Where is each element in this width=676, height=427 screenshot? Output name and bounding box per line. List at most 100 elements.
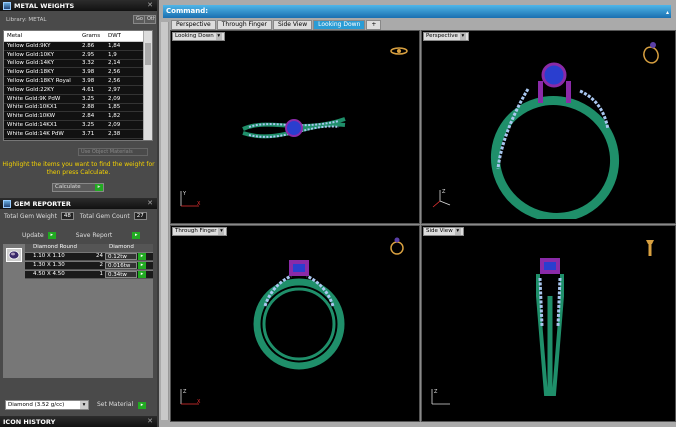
viewport-label-text: Side View [426,228,453,234]
metal-grams: 2.84 [82,113,95,120]
metal-dwt: 2,56 [108,140,136,141]
table-row[interactable]: Yellow Gold:14KY 3.32 2,14 [4,59,152,69]
save-go-icon[interactable]: ▸ [132,232,141,239]
gem-size: 1.10 X 1.10 [33,253,65,259]
viewport-perspective[interactable]: Perspective ▾ Z [421,30,676,224]
table-row[interactable]: Yellow Gold:9KY 2.86 1,84 [4,42,152,51]
viewport-label[interactable]: Looking Down ▾ [172,32,225,41]
update-button[interactable]: Update [22,232,44,239]
gem-row[interactable]: 1.30 X 1.30 2 0.016tw ▸ [25,262,153,270]
metal-grams: 3.25 [82,95,95,102]
viewport-label-text: Looking Down [175,33,214,39]
gem-count: 2 [99,262,104,268]
table-row[interactable]: White Gold:14K PdW 3.71 2,38 [4,129,152,139]
metal-dwt: 2,97 [108,86,121,93]
table-row[interactable]: Yellow Gold:22KY 4.61 2,97 [4,85,152,95]
table-row[interactable]: Yellow Gold:18KY Royal 3.98 2,56 [4,77,152,86]
total-gem-weight-label: Total Gem Weight [4,212,57,220]
gem-material-header: Diamond [109,244,134,250]
viewport-label[interactable]: Through Finger ▾ [172,227,228,236]
gem-go-icon[interactable]: ▸ [138,271,146,278]
tab-perspective[interactable]: Perspective [171,20,216,30]
viewport-label[interactable]: Perspective ▾ [423,32,469,41]
gem-size: 1.30 X 1.30 [33,262,65,268]
metal-name: White Gold:10KX1 [7,104,58,111]
svg-text:Y: Y [182,191,187,197]
command-bar[interactable]: Command: ▴ [163,5,671,18]
metal-name: Yellow Gold:14KY [7,60,54,67]
viewport-looking-down[interactable]: Looking Down ▾ Y X [170,30,420,224]
metal-grams: 3.25 [82,122,95,129]
metal-grams: 2.88 [82,104,95,111]
axes-icon: ZX [180,389,201,405]
calculate-button[interactable]: Calculate ▸ [52,183,104,192]
scroll-up-icon[interactable]: ▴ [666,6,669,19]
gem-weight: 0.12tw [105,253,137,260]
table-row[interactable]: White Gold:10KX1 2.88 1,85 [4,103,152,113]
other-library-button[interactable]: Othe [144,15,156,24]
viewport-through-finger[interactable]: Through Finger ▾ ZX [170,225,420,422]
dropdown-icon: ▾ [215,33,222,40]
col-metal[interactable]: Metal [4,33,82,39]
ring-model-top [242,117,346,139]
tab-side-view[interactable]: Side View [273,20,313,30]
metal-grams: 3.98 [82,69,95,76]
table-row[interactable]: Yellow Gold:10KY 2.95 1,9 [4,50,152,60]
metal-table-header: Metal Grams DWT [4,31,152,42]
metal-dwt: 2,09 [108,122,121,129]
viewport-side-view[interactable]: Side View ▾ Z [421,225,676,422]
tab-through-finger[interactable]: Through Finger [216,20,272,30]
close-icon[interactable]: ✕ [147,199,153,207]
update-go-icon[interactable]: ▸ [47,232,56,239]
metal-name: White Gold:18KPdW [4,140,82,141]
set-material-button[interactable]: Set Material ▸ [97,401,147,409]
gem-go-icon[interactable]: ▸ [138,262,146,269]
table-row[interactable]: White Gold:14KX1 3.25 2,09 [4,121,152,130]
metal-grams: 3.71 [82,130,95,137]
table-row[interactable]: White Gold:10KW 2.84 1,82 [4,112,152,122]
ring-icon [643,42,659,64]
table-row[interactable]: White Gold:9K PdW 3.25 2,09 [4,94,152,104]
svg-text:X: X [197,201,201,207]
dropdown-icon: ▾ [459,33,466,40]
metal-name: Yellow Gold:9KY [7,42,51,49]
go-icon: ▸ [95,184,103,191]
close-icon[interactable]: ✕ [147,1,153,9]
add-tab-button[interactable]: + [366,20,382,30]
table-row[interactable]: White Gold:18KPdW3.982,56 [4,138,152,141]
use-object-materials-checkbox[interactable]: Use Object Materials [78,148,148,156]
metal-name: White Gold:14KX1 [7,122,58,129]
side-toolbar[interactable] [161,22,169,420]
tab-looking-down[interactable]: Looking Down [313,20,366,30]
gem-shape-header: Diamond Round [33,244,77,250]
panel-icon [3,1,11,10]
metal-name: Yellow Gold:18KY Royal [7,78,71,85]
metal-table-scrollbar[interactable] [143,31,152,140]
library-bar: Library: METAL Go Othe [2,14,156,26]
gem-size: 4.50 X 4.50 [33,271,65,277]
scrollbar-thumb[interactable] [145,43,151,65]
icon-history-header[interactable]: ICON HISTORY ✕ [0,416,157,427]
gem-row[interactable]: 4.50 X 4.50 1 0.34tw ▸ [25,271,153,279]
dropdown-icon: ▾ [454,228,461,235]
gem-reporter-title: GEM REPORTER [14,199,71,208]
table-row[interactable]: Yellow Gold:18KY 3.98 2,56 [4,68,152,78]
ring-icon [646,240,654,256]
col-dwt[interactable]: DWT [108,33,136,39]
viewport-label-text: Through Finger [175,228,217,234]
set-material-label: Set Material [97,401,134,408]
metal-dwt: 2,09 [108,95,121,102]
gem-go-icon[interactable]: ▸ [138,253,146,260]
diamond-round-icon [6,248,22,262]
material-select[interactable]: Diamond (3.52 g/cc) ▾ [5,400,89,410]
library-label: Library: METAL [6,17,47,23]
gem-row[interactable]: 1.10 X 1.10 24 0.12tw ▸ [25,253,153,261]
col-grams[interactable]: Grams [82,33,108,39]
close-icon[interactable]: ✕ [147,417,153,425]
viewport-label[interactable]: Side View ▾ [423,227,464,236]
metal-grams: 3.98 [82,140,108,141]
metal-name: Yellow Gold:10KY [7,51,54,58]
metal-grams: 2.86 [82,42,95,49]
save-report-button[interactable]: Save Report [76,232,113,239]
viewport-grid: Looking Down ▾ YX Perspective ▾ Z Throug… [170,30,676,422]
